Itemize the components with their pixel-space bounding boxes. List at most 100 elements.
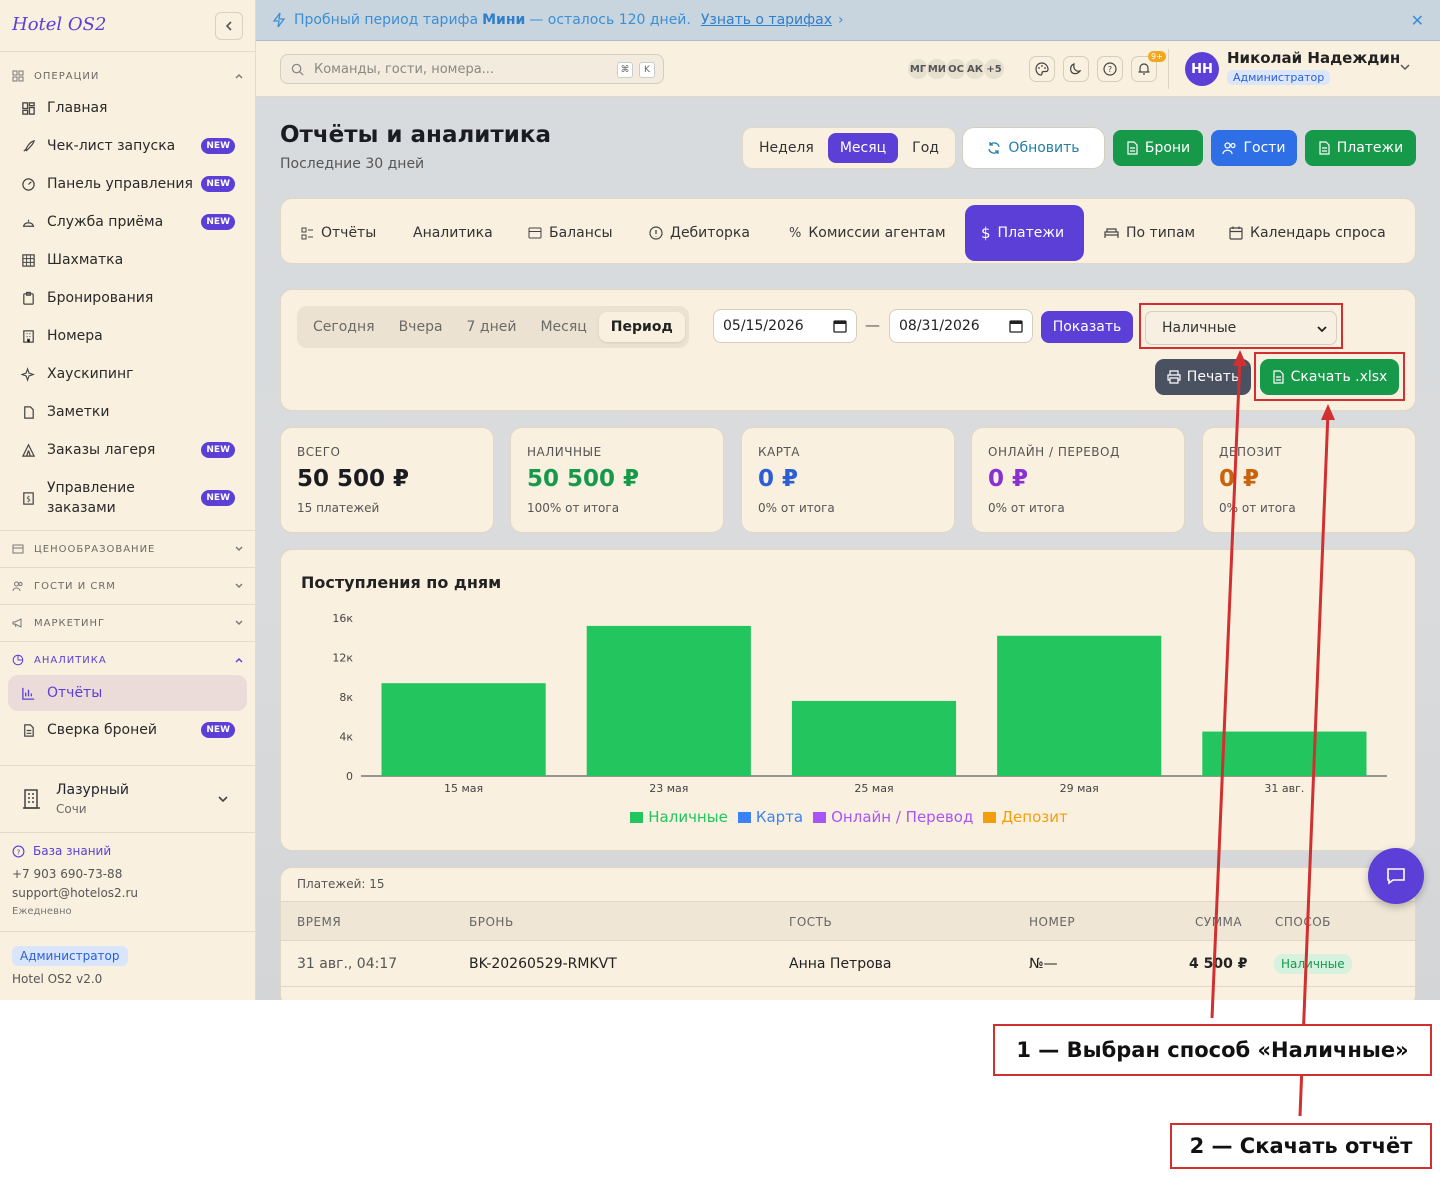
column-header[interactable]: НОМЕР — [1029, 915, 1075, 929]
sidebar-item-bookings[interactable]: Бронирования — [8, 280, 247, 316]
legend-swatch — [813, 811, 827, 823]
dark-mode-button[interactable] — [1063, 56, 1089, 82]
section-pricing[interactable]: ЦЕНООБРАЗОВАНИЕ — [12, 540, 244, 558]
tab-demand-calendar[interactable]: Календарь спроса — [1213, 205, 1402, 261]
theme-palette-button[interactable] — [1029, 56, 1055, 82]
sidebar-item-label: Заказы лагеря — [47, 442, 156, 458]
calendar-icon[interactable] — [1009, 319, 1023, 333]
divider — [0, 832, 256, 833]
chat-icon — [1387, 868, 1405, 885]
trial-text: Пробный период тарифа — [294, 12, 479, 28]
grid-table-icon — [20, 252, 36, 268]
refresh-button[interactable]: Обновить — [962, 127, 1105, 169]
period-7days[interactable]: 7 дней — [455, 312, 529, 342]
sidebar-item-housekeeping[interactable]: Хаускипинг — [8, 356, 247, 392]
svg-text:$: $ — [26, 494, 31, 503]
column-header[interactable]: БРОНЬ — [469, 915, 514, 929]
show-button[interactable]: Показать — [1041, 311, 1133, 343]
sidebar-item-chess[interactable]: Шахматка — [8, 242, 247, 278]
legend-item[interactable]: Депозит — [983, 808, 1068, 826]
megaphone-icon — [12, 617, 26, 629]
payments-button[interactable]: Платежи — [1305, 130, 1416, 166]
cell-booking[interactable]: BK-20260529-RMKVT — [469, 956, 617, 972]
legend-item[interactable]: Наличные — [630, 808, 728, 826]
sidebar-item-dashboard[interactable]: Панель управления NEW — [8, 166, 247, 202]
search-input[interactable]: Команды, гости, номера... ⌘ K — [280, 54, 664, 84]
period-month[interactable]: Месяц — [528, 312, 598, 342]
period-yesterday[interactable]: Вчера — [387, 312, 455, 342]
online-users[interactable]: МГ МИ ОС АК +5 — [907, 58, 1005, 80]
tab-by-types[interactable]: По типам — [1088, 205, 1211, 261]
sidebar-item-reports[interactable]: Отчёты — [8, 675, 247, 711]
tab-analytics[interactable]: Аналитика — [397, 205, 509, 261]
guests-label: Гости — [1243, 140, 1286, 156]
users-icon — [12, 580, 26, 592]
tab-payments[interactable]: $ Платежи — [965, 205, 1084, 261]
shortcut-key: ⌘ — [617, 62, 633, 78]
sidebar-item-reconcile[interactable]: Сверка броней NEW — [8, 712, 247, 748]
sidebar-item-home[interactable]: Главная — [8, 90, 247, 126]
sidebar-item-camp[interactable]: Заказы лагеря NEW — [8, 432, 247, 468]
close-banner-icon[interactable]: ✕ — [1411, 11, 1424, 30]
chevron-down-icon[interactable] — [1399, 61, 1411, 73]
legend-label: Депозит — [1001, 808, 1068, 826]
period-custom[interactable]: Период — [598, 312, 685, 342]
column-header[interactable]: СПОСОБ — [1275, 915, 1331, 929]
building-icon — [20, 328, 36, 344]
stat-value: 50 500 ₽ — [527, 466, 640, 492]
column-header[interactable]: СУММА — [1195, 915, 1242, 929]
guests-button[interactable]: Гости — [1211, 130, 1297, 166]
print-button[interactable]: Печать — [1155, 359, 1251, 395]
tab-balances[interactable]: Балансы — [512, 205, 629, 261]
notifications-button[interactable]: 9+ — [1131, 51, 1166, 82]
date-from-input[interactable]: 05/15/2026 — [713, 309, 857, 343]
calendar-icon[interactable] — [833, 319, 847, 333]
knowledge-base-link[interactable]: ? База знаний — [12, 844, 111, 858]
hotel-switcher[interactable]: Лазурный Сочи — [0, 766, 256, 832]
section-analytics[interactable]: АНАЛИТИКА — [12, 651, 244, 669]
payments-label: Платежи — [1336, 140, 1404, 156]
section-marketing[interactable]: МАРКЕТИНГ — [12, 614, 244, 632]
sidebar-item-label: Хаускипинг — [47, 366, 134, 382]
y-tick-label: 16к — [332, 612, 353, 625]
user-avatar[interactable]: НН — [1185, 52, 1219, 86]
support-email[interactable]: support@hotelos2.ru — [12, 886, 138, 900]
pricing-link[interactable]: Узнать о тарифах — [701, 12, 832, 28]
collapse-sidebar-button[interactable] — [215, 12, 243, 40]
section-operations[interactable]: ОПЕРАЦИИ — [12, 67, 244, 85]
range-month[interactable]: Месяц — [827, 133, 899, 163]
report-tabs: Отчёты Аналитика Балансы Дебиторка % Ком… — [280, 198, 1416, 264]
new-badge: NEW — [201, 214, 235, 230]
table-row[interactable]: 31 авг., 04:17 BK-20260529-RMKVT Анна Пе… — [281, 941, 1415, 987]
period-today[interactable]: Сегодня — [301, 312, 387, 342]
tab-receivables[interactable]: Дебиторка — [633, 205, 766, 261]
range-year[interactable]: Год — [900, 133, 951, 163]
x-tick-label: 15 мая — [444, 782, 483, 795]
support-phone[interactable]: +7 903 690-73-88 — [12, 867, 122, 881]
stat-label: ВСЕГО — [297, 445, 341, 459]
bookings-button[interactable]: Брони — [1113, 130, 1203, 166]
user-name[interactable]: Николай Надеждин — [1227, 49, 1400, 67]
sidebar-item-checklist[interactable]: Чек-лист запуска NEW — [8, 128, 247, 164]
column-header[interactable]: ГОСТЬ — [789, 915, 832, 929]
bar — [586, 625, 751, 776]
date-to-input[interactable]: 08/31/2026 — [889, 309, 1033, 343]
divider — [0, 641, 256, 642]
legend-item[interactable]: Карта — [737, 808, 803, 826]
sidebar-item-label: Отчёты — [47, 685, 103, 701]
legend-item[interactable]: Онлайн / Перевод — [813, 808, 973, 826]
tab-reports[interactable]: Отчёты — [285, 205, 392, 261]
chat-button[interactable] — [1368, 848, 1424, 904]
column-header[interactable]: ВРЕМЯ — [297, 915, 341, 929]
sidebar-item-orders[interactable]: $ Управление заказами NEW — [8, 475, 247, 521]
section-guests-crm[interactable]: ГОСТИ И CRM — [12, 577, 244, 595]
tab-agent-commissions[interactable]: % Комиссии агентам — [773, 205, 962, 261]
help-button[interactable]: ? — [1097, 56, 1123, 82]
sidebar-item-rooms[interactable]: Номера — [8, 318, 247, 354]
sidebar-item-notes[interactable]: Заметки — [8, 394, 247, 430]
bar-chart-icon — [20, 685, 36, 701]
range-week[interactable]: Неделя — [747, 133, 826, 163]
chevron-down-icon — [235, 583, 243, 588]
sidebar-item-frontdesk[interactable]: Служба приёма NEW — [8, 204, 247, 240]
stat-sub: 0% от итога — [758, 501, 835, 515]
